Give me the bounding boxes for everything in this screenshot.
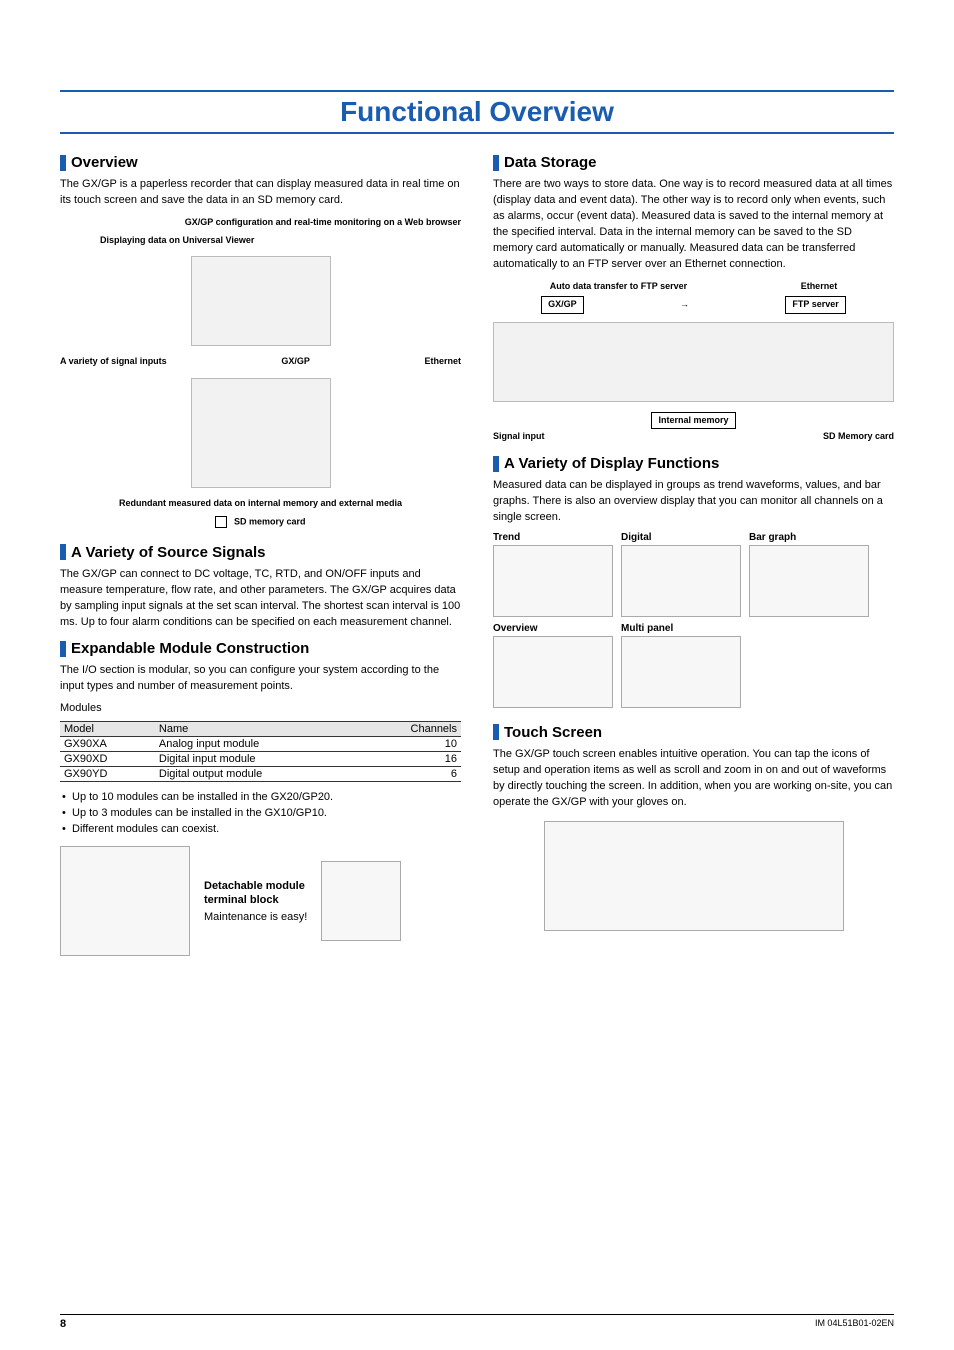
heading-bar-icon xyxy=(60,155,66,171)
callout-redundant: Redundant measured data on internal memo… xyxy=(60,498,461,510)
module-fig-plain: Maintenance is easy! xyxy=(204,911,307,923)
heading-touch: Touch Screen xyxy=(493,724,894,741)
th-model: Model xyxy=(60,722,155,737)
label-auto-transfer: Auto data transfer to FTP server xyxy=(550,281,687,293)
cell-channels: 16 xyxy=(360,752,461,767)
heading-overview-text: Overview xyxy=(71,154,138,171)
page-number: 8 xyxy=(60,1318,66,1330)
heading-bar-icon xyxy=(493,155,499,171)
box-ftp: FTP server xyxy=(785,296,845,314)
heading-signals-text: A Variety of Source Signals xyxy=(71,544,266,561)
callout-viewer: Displaying data on Universal Viewer xyxy=(60,235,461,247)
thumb-bar: Bar graph xyxy=(749,532,869,617)
modules-text: The I/O section is modular, so you can c… xyxy=(60,663,461,695)
overview-diagram: GX/GP configuration and real-time monito… xyxy=(60,217,461,528)
table-row: GX90XA Analog input module 10 xyxy=(60,737,461,752)
module-fig-bold1: Detachable module xyxy=(204,879,307,893)
bullet-item: Up to 3 modules can be installed in the … xyxy=(60,806,461,822)
heading-bar-icon xyxy=(493,456,499,472)
touch-text: The GX/GP touch screen enables intuitive… xyxy=(493,747,894,811)
touch-image xyxy=(544,821,844,931)
box-gxgp: GX/GP xyxy=(541,296,584,314)
storage-diagram-image xyxy=(493,322,894,402)
thumb-multi: Multi panel xyxy=(621,623,741,708)
display-thumbnails-row1: Trend Digital Bar graph xyxy=(493,532,894,617)
module-image-small xyxy=(321,861,401,941)
thumb-image xyxy=(621,636,741,708)
table-row: GX90YD Digital output module 6 xyxy=(60,767,461,782)
cell-model: GX90XD xyxy=(60,752,155,767)
left-column: Overview The GX/GP is a paperless record… xyxy=(60,144,461,956)
cell-name: Digital output module xyxy=(155,767,361,782)
thumb-image xyxy=(493,545,613,617)
signals-text: The GX/GP can connect to DC voltage, TC,… xyxy=(60,567,461,631)
heading-display: A Variety of Display Functions xyxy=(493,455,894,472)
storage-text: There are two ways to store data. One wa… xyxy=(493,177,894,273)
arrow-icon: → xyxy=(680,299,689,311)
heading-bar-icon xyxy=(493,724,499,740)
module-image xyxy=(60,846,190,956)
modules-bullets: Up to 10 modules can be installed in the… xyxy=(60,790,461,838)
thumb-title: Digital xyxy=(621,532,741,543)
label-signal: Signal input xyxy=(493,431,545,443)
module-figure: Detachable module terminal block Mainten… xyxy=(60,846,461,956)
doc-id: IM 04L51B01-02EN xyxy=(815,1318,894,1330)
thumb-title: Overview xyxy=(493,623,613,634)
callout-signals: A variety of signal inputs xyxy=(60,356,167,368)
cell-name: Digital input module xyxy=(155,752,361,767)
label-gxgp: GX/GP xyxy=(281,356,310,368)
cell-model: GX90YD xyxy=(60,767,155,782)
heading-overview: Overview xyxy=(60,154,461,171)
thumb-overview: Overview xyxy=(493,623,613,708)
label-sd: SD memory card xyxy=(234,516,306,526)
thumb-title: Trend xyxy=(493,532,613,543)
heading-touch-text: Touch Screen xyxy=(504,724,602,741)
modules-table-caption: Modules xyxy=(60,701,461,717)
storage-diagram: Auto data transfer to FTP server Etherne… xyxy=(493,281,894,443)
label-ethernet: Ethernet xyxy=(424,356,461,368)
overview-diagram-image xyxy=(191,256,331,346)
display-text: Measured data can be displayed in groups… xyxy=(493,478,894,526)
thumb-trend: Trend xyxy=(493,532,613,617)
right-column: Data Storage There are two ways to store… xyxy=(493,144,894,956)
cell-name: Analog input module xyxy=(155,737,361,752)
cell-channels: 6 xyxy=(360,767,461,782)
thumb-digital: Digital xyxy=(621,532,741,617)
thumb-title: Multi panel xyxy=(621,623,741,634)
thumb-image xyxy=(493,636,613,708)
sd-card-icon xyxy=(215,516,227,528)
th-name: Name xyxy=(155,722,361,737)
page-footer: 8 IM 04L51B01-02EN xyxy=(60,1314,894,1330)
heading-display-text: A Variety of Display Functions xyxy=(504,455,719,472)
cell-model: GX90XA xyxy=(60,737,155,752)
bullet-item: Different modules can coexist. xyxy=(60,822,461,838)
thumb-image xyxy=(621,545,741,617)
label-ethernet: Ethernet xyxy=(801,281,838,293)
overview-text: The GX/GP is a paperless recorder that c… xyxy=(60,177,461,209)
cell-channels: 10 xyxy=(360,737,461,752)
page-title: Functional Overview xyxy=(60,90,894,134)
callout-config: GX/GP configuration and real-time monito… xyxy=(60,217,461,229)
heading-signals: A Variety of Source Signals xyxy=(60,544,461,561)
heading-modules-text: Expandable Module Construction xyxy=(71,640,309,657)
table-row: GX90XD Digital input module 16 xyxy=(60,752,461,767)
box-internal: Internal memory xyxy=(651,412,735,430)
thumb-image xyxy=(749,545,869,617)
touch-figure xyxy=(493,821,894,934)
heading-bar-icon xyxy=(60,544,66,560)
thumb-title: Bar graph xyxy=(749,532,869,543)
bullet-item: Up to 10 modules can be installed in the… xyxy=(60,790,461,806)
th-channels: Channels xyxy=(360,722,461,737)
heading-storage-text: Data Storage xyxy=(504,154,597,171)
modules-table: Model Name Channels GX90XA Analog input … xyxy=(60,721,461,782)
heading-bar-icon xyxy=(60,641,66,657)
overview-diagram-image-lower xyxy=(191,378,331,488)
label-sd: SD Memory card xyxy=(823,431,894,443)
module-fig-bold2: terminal block xyxy=(204,893,307,907)
heading-storage: Data Storage xyxy=(493,154,894,171)
heading-modules: Expandable Module Construction xyxy=(60,640,461,657)
table-header-row: Model Name Channels xyxy=(60,722,461,737)
display-thumbnails-row2: Overview Multi panel xyxy=(493,623,894,708)
